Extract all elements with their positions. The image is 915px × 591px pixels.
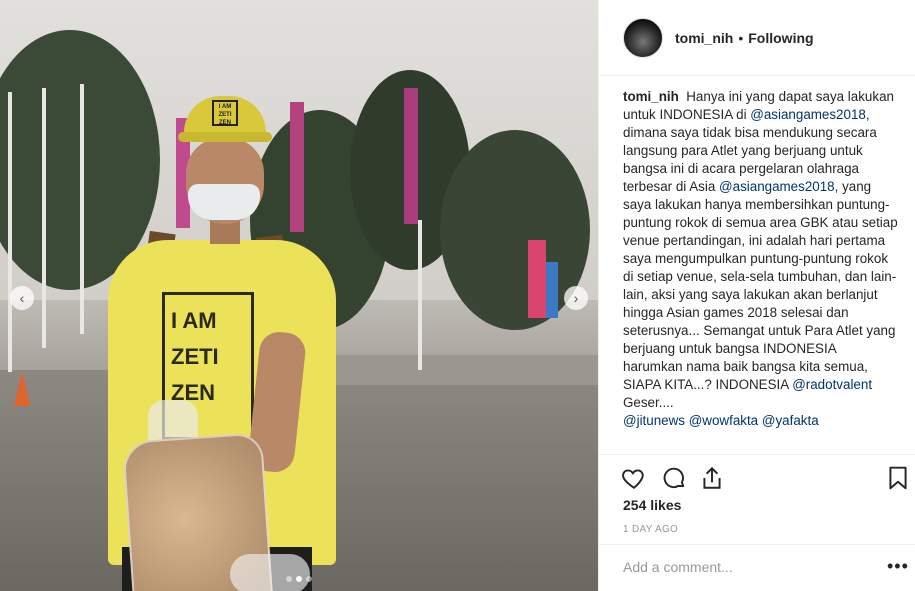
event-banner xyxy=(404,88,418,224)
post-side-panel: tomi_nih • Following tomi_nih Hanya ini … xyxy=(598,0,915,591)
post-timestamp: 1 DAY AGO xyxy=(623,524,679,535)
post-header: tomi_nih • Following xyxy=(599,0,915,76)
carousel-dot xyxy=(306,576,312,582)
cap-brim xyxy=(178,132,272,142)
carousel-dot xyxy=(286,576,292,582)
mention-link[interactable]: @radotvalent xyxy=(792,377,872,392)
comment-bubble-icon[interactable] xyxy=(661,465,687,491)
flag-pole xyxy=(42,88,46,348)
caption-text: Hanya ini yang dapat saya lakukan untuk … xyxy=(623,89,899,428)
mention-link[interactable]: @yafakta xyxy=(762,413,819,428)
mention-link[interactable]: @jitunews xyxy=(623,413,685,428)
avatar[interactable] xyxy=(623,17,663,58)
flag-pole xyxy=(8,92,12,372)
caption-segment: , yang saya lakukan hanya membersihkan p… xyxy=(623,179,898,392)
following-button[interactable]: Following xyxy=(748,30,813,46)
cap-logo: I AM ZETI ZEN xyxy=(212,100,238,126)
caption-username[interactable]: tomi_nih xyxy=(623,89,679,104)
person: I AM ZETI ZEN I AM ZETI ZEN xyxy=(100,92,340,591)
bookmark-icon[interactable] xyxy=(885,465,911,491)
caption-area: tomi_nih Hanya ini yang dapat saya lakuk… xyxy=(623,88,899,454)
flag-pole xyxy=(80,84,84,334)
likes-count[interactable]: 254 likes xyxy=(623,497,681,513)
carousel-next-button[interactable]: › xyxy=(564,286,588,310)
post-photo[interactable]: I AM ZETI ZEN I AM ZETI ZEN ‹ › xyxy=(0,0,598,591)
face-mask xyxy=(188,184,260,220)
lamp-pole xyxy=(418,220,422,370)
header-username[interactable]: tomi_nih xyxy=(675,30,733,46)
sidewalk xyxy=(330,355,598,385)
caption-segment: Geser.... xyxy=(623,395,674,410)
event-banner xyxy=(546,262,558,318)
mention-link[interactable]: @asiangames2018 xyxy=(750,107,866,122)
instagram-post: I AM ZETI ZEN I AM ZETI ZEN ‹ › tomi_nih… xyxy=(0,0,915,591)
mention-link[interactable]: @wowfakta xyxy=(689,413,758,428)
traffic-cone xyxy=(14,372,30,406)
more-options-icon[interactable]: ••• xyxy=(887,557,909,575)
heart-icon[interactable] xyxy=(621,465,647,491)
mention-link[interactable]: @asiangames2018 xyxy=(719,179,835,194)
share-icon[interactable] xyxy=(699,465,725,491)
comment-input[interactable] xyxy=(623,559,863,575)
header-separator: • xyxy=(738,29,744,46)
add-comment-bar: ••• xyxy=(599,544,915,591)
action-bar xyxy=(599,454,915,500)
carousel-indicator xyxy=(286,576,312,582)
plastic-glove xyxy=(230,554,310,591)
carousel-prev-button[interactable]: ‹ xyxy=(10,286,34,310)
event-banner xyxy=(528,240,546,318)
carousel-dot-active xyxy=(296,576,302,582)
